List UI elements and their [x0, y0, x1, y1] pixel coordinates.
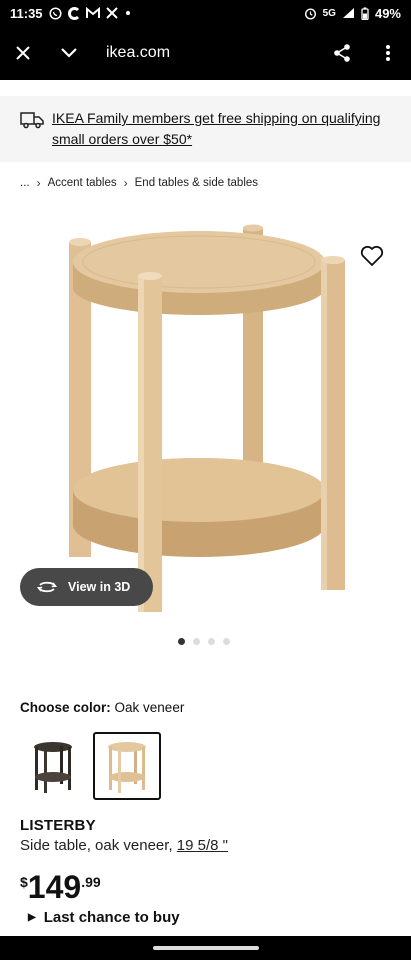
minimize-button[interactable]	[46, 26, 92, 80]
price-whole: 149	[27, 869, 82, 905]
color-swatch-oak-veneer[interactable]	[93, 732, 161, 800]
gmail-icon	[85, 7, 100, 18]
alarm-icon	[304, 7, 316, 20]
price-cents: .99	[81, 874, 101, 890]
chevron-right-icon: ›	[123, 176, 128, 190]
chevron-right-icon: ›	[36, 176, 41, 190]
shipping-banner-link[interactable]: IKEA Family members get free shipping on…	[52, 108, 393, 150]
product-price: $ 149 .99	[20, 868, 101, 906]
battery-icon	[361, 6, 369, 20]
last-chance-notice[interactable]: ▶ Last chance to buy	[28, 909, 180, 926]
product-image[interactable]	[0, 200, 411, 630]
home-gesture-handle[interactable]	[153, 946, 259, 950]
battery-level: 49%	[374, 5, 401, 21]
color-label-value: Oak veneer	[114, 700, 185, 715]
rotate-3d-icon	[36, 581, 58, 593]
close-tab-button[interactable]	[0, 26, 46, 80]
c-app-icon	[67, 6, 79, 20]
browser-toolbar: ikea.com	[0, 26, 411, 80]
color-swatch-dark-brown[interactable]	[19, 732, 87, 800]
carousel-dot[interactable]	[193, 638, 200, 645]
product-description: Side table, oak veneer, 19 5/8 "	[20, 837, 228, 854]
product-description-text: Side table, oak veneer,	[20, 837, 173, 854]
more-vert-icon	[386, 45, 390, 61]
clock: 11:35	[10, 5, 43, 21]
product-measurement-link[interactable]: 19 5/8 "	[177, 837, 228, 854]
color-label-title: Choose color:	[20, 700, 111, 715]
close-icon	[16, 46, 30, 60]
product-name: LISTERBY	[20, 817, 96, 834]
system-navigation-bar	[0, 936, 411, 960]
breadcrumb-item-end-tables[interactable]: End tables & side tables	[135, 177, 258, 189]
signal-icon	[342, 8, 354, 18]
system-icons: 5G 49%	[304, 6, 401, 21]
more-options-button[interactable]	[365, 26, 411, 80]
oak-table-thumbnail	[108, 742, 146, 793]
notification-icons	[48, 6, 132, 20]
breadcrumb: ... › Accent tables › End tables & side …	[20, 176, 258, 190]
carousel-dot[interactable]	[178, 638, 185, 645]
share-icon	[334, 44, 350, 62]
carousel-dot[interactable]	[223, 638, 230, 645]
x-icon	[105, 7, 118, 19]
shipping-banner: IKEA Family members get free shipping on…	[0, 96, 411, 162]
carousel-dot[interactable]	[208, 638, 215, 645]
view-in-3d-label: View in 3D	[68, 580, 131, 594]
chevron-down-icon	[61, 48, 77, 58]
color-chooser-label: Choose color: Oak veneer	[20, 700, 184, 715]
table-top	[73, 231, 325, 293]
favorite-heart-icon[interactable]	[360, 245, 384, 267]
breadcrumb-item-accent-tables[interactable]: Accent tables	[48, 177, 117, 189]
dark-brown-table-thumbnail	[34, 742, 72, 793]
view-in-3d-button[interactable]: View in 3D	[20, 568, 153, 606]
image-carousel-dots	[178, 638, 230, 645]
network-label: 5G	[322, 7, 336, 19]
breadcrumb-ellipsis[interactable]: ...	[20, 177, 30, 189]
dot-icon	[125, 11, 130, 15]
whatsapp-icon	[48, 6, 62, 20]
status-bar: 11:35 5G 49%	[0, 0, 411, 26]
share-button[interactable]	[319, 26, 365, 80]
caret-right-icon: ▶	[28, 912, 36, 923]
price-currency: $	[20, 874, 28, 890]
url-text[interactable]: ikea.com	[106, 44, 319, 62]
last-chance-label: Last chance to buy	[43, 909, 180, 926]
truck-icon	[20, 112, 44, 129]
